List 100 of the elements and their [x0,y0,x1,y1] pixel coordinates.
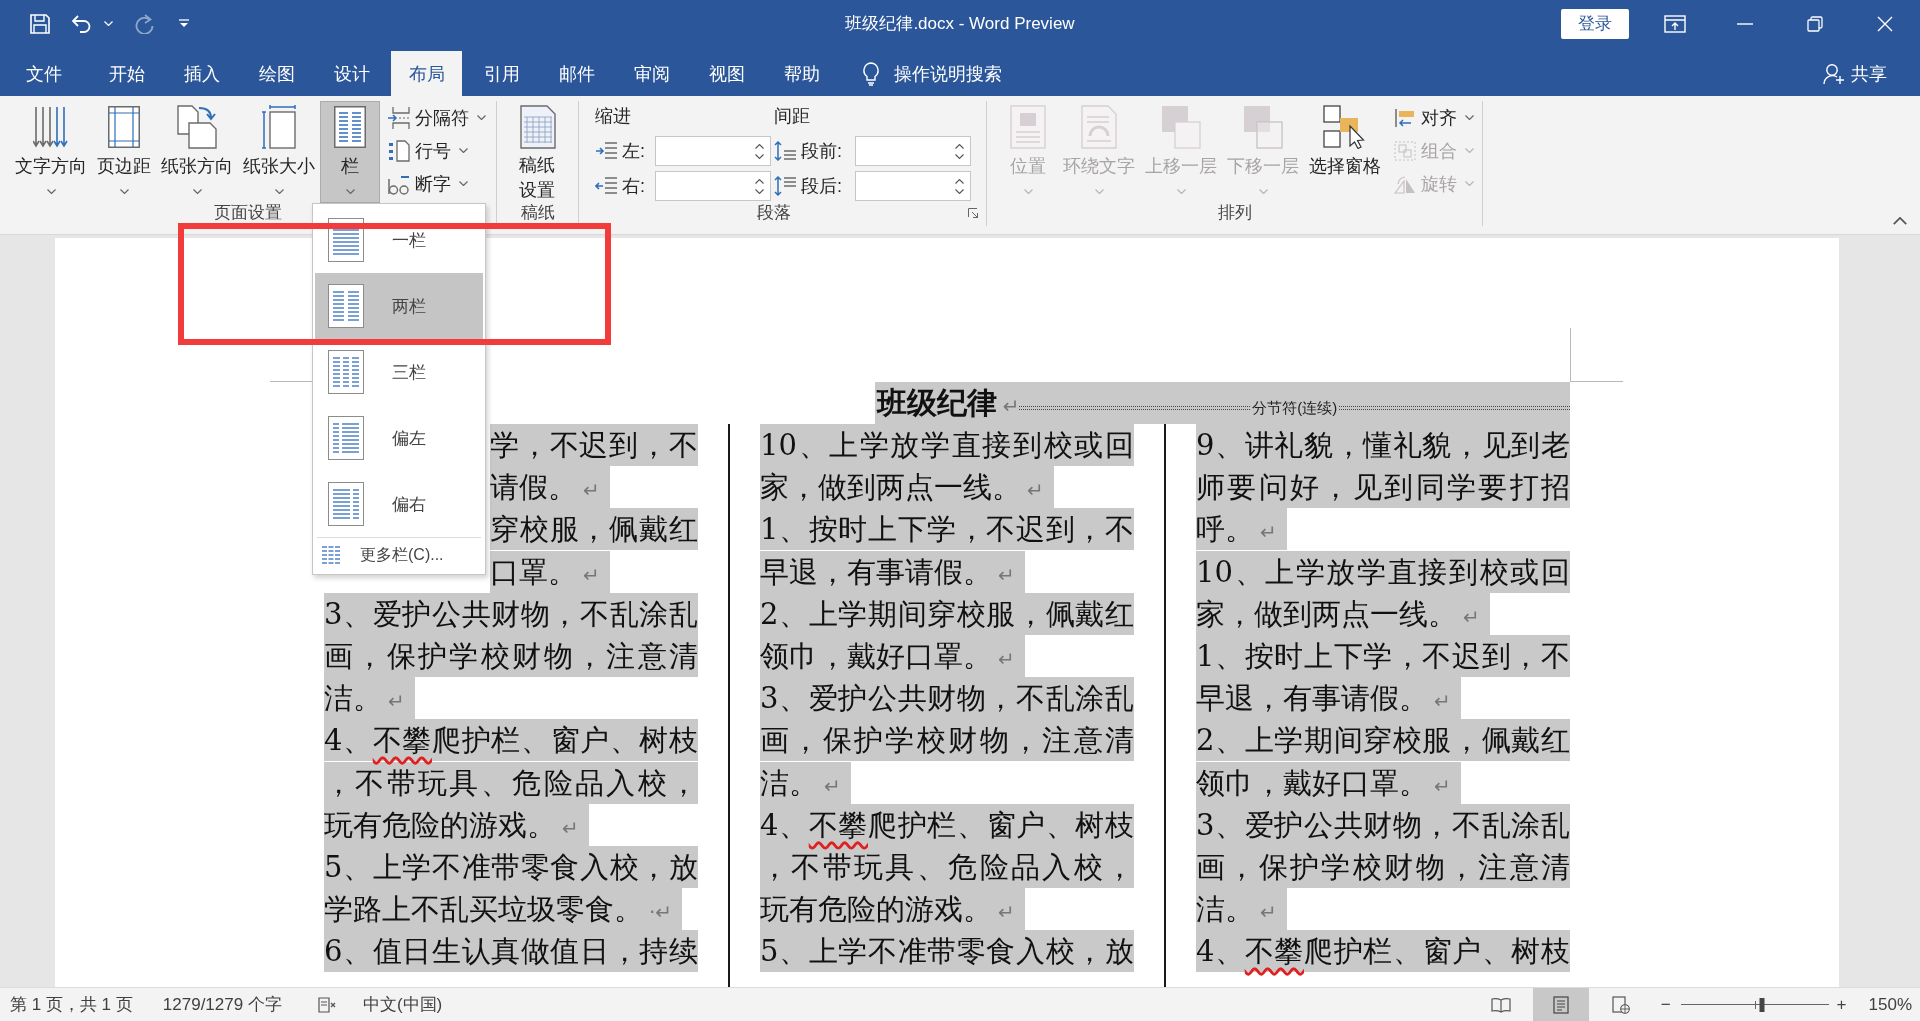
text-wrap-icon [1081,105,1117,149]
page-count[interactable]: 第 1 页，共 1 页 [10,993,133,1016]
ribbon-tab[interactable]: 开始 [91,51,162,96]
line-spacing-icon [774,176,796,196]
group-label: 稿纸 [519,203,556,223]
ribbon-tab[interactable]: 视图 [691,51,762,96]
pages-arrow-icon [177,105,217,149]
menu-item[interactable]: 一栏 [315,213,483,267]
dialog-launcher-icon [968,208,978,218]
zoom-in-button[interactable]: + [1835,994,1848,1015]
ribbon-tab[interactable]: 插入 [166,51,237,96]
group-label: 页面设置 [213,203,283,223]
ribbon-tab[interactable]: 引用 [466,51,537,96]
zoom-slider[interactable] [1680,996,1829,1013]
margins-button[interactable]: 页边距 [92,101,156,203]
ribbon-tab[interactable]: 文件 [8,51,80,96]
print-layout-button[interactable] [1532,988,1589,1021]
redo-icon [134,13,154,34]
menu-item[interactable]: 三栏 [315,345,483,399]
ribbon-display-icon [1664,14,1686,33]
caret-icon [459,181,468,186]
paper-size-button[interactable]: 纸张大小 [238,101,320,203]
column-layout-icon [328,482,364,526]
zoom-level[interactable]: 150% [1868,994,1912,1015]
restore-icon [1807,15,1823,32]
zoom-out-button[interactable]: − [1659,994,1672,1015]
menu-item[interactable]: 更多栏(C)... [315,538,483,572]
close-icon [1877,15,1893,32]
chevron-down-icon [955,188,964,194]
caret-icon [1465,148,1474,153]
ribbon-tab[interactable]: 设计 [316,51,387,96]
down-arrows-icon [33,106,69,148]
line-numbers-button[interactable]: 行号 [384,134,490,167]
chevron-up-icon [955,178,964,184]
section-label: 缩进 [595,105,632,128]
save-icon [30,13,50,34]
selection-pane-button[interactable]: 选择窗格 [1304,101,1386,203]
orientation-button[interactable]: 纸张方向 [156,101,238,203]
chevron-up-icon [755,143,764,149]
spin-field[interactable] [855,171,971,201]
field-label: 右: [622,175,645,198]
columns-button[interactable]: 栏 [320,101,380,203]
ribbon-tab[interactable]: 布局 [391,51,462,96]
proofing-icon [317,996,336,1013]
spin-field[interactable] [855,136,971,166]
ribbon-tab[interactable]: 帮助 [766,51,837,96]
indent-right-icon [595,176,617,196]
spin-field[interactable] [655,171,771,201]
customize-icon [178,19,190,28]
chevron-up-icon [755,178,764,184]
page-size-icon [262,105,296,149]
field-label: 段后: [801,175,842,198]
hyphenation-button[interactable]: 断字 [384,167,490,200]
manuscript-settings-button[interactable]: 稿纸设置 [507,101,568,203]
chevron-up-icon [955,143,964,149]
field-label: 左: [622,140,645,163]
page-icon [1552,995,1569,1014]
share-button[interactable]: 共享 [1823,51,1887,96]
field-label: 段前: [801,140,842,163]
spin-field[interactable] [655,136,771,166]
align-icon [1394,107,1416,128]
menu-item[interactable]: 偏左 [315,411,483,465]
page-break-icon [388,106,410,129]
column-layout-icon [328,350,364,394]
align-button[interactable]: 对齐 [1390,101,1478,134]
section-break-label: 分节符(连续) [1251,400,1339,416]
ribbon-tab[interactable]: 审阅 [616,51,687,96]
group-icon [1394,140,1416,161]
caret-icon [459,148,468,153]
caret-icon [1465,115,1474,120]
column-lines-icon [322,546,340,564]
menu-item[interactable]: 偏右 [315,477,483,531]
chevron-down-icon [955,153,964,159]
stacked-squares-icon [1161,105,1201,149]
group-label: 排列 [1216,203,1253,223]
rotate-icon [1394,173,1416,194]
ribbon-tab[interactable]: 绘图 [241,51,312,96]
indent-left-icon [595,141,617,161]
web-page-icon [1611,995,1630,1014]
breaks-button[interactable]: 分隔符 [384,101,490,134]
tell-me-search[interactable]: 操作说明搜索 [858,51,1006,96]
lightbulb-icon [862,61,880,86]
text-direction-button[interactable]: 文字方向 [10,101,92,203]
caret-icon [104,21,113,26]
word-count[interactable]: 1279/1279 个字 [162,993,282,1016]
page-picture-icon [1010,105,1046,149]
person-add-icon [1823,62,1845,85]
minimize-icon [1737,22,1753,25]
column-layout-icon [328,416,364,460]
language-indicator[interactable]: 中文(中国) [362,993,443,1016]
zoom-slider-thumb[interactable] [1759,997,1765,1012]
crop-mark [1570,328,1623,382]
caret-icon [477,115,486,120]
two-column-page-icon [334,106,366,148]
menu-item[interactable]: 两栏 [315,273,483,339]
ribbon-tab[interactable]: 邮件 [541,51,612,96]
sign-in-button[interactable]: 登录 [1561,8,1629,39]
book-icon [1490,996,1511,1013]
numbered-page-icon [388,139,410,162]
stacked-squares-icon [1243,105,1283,149]
